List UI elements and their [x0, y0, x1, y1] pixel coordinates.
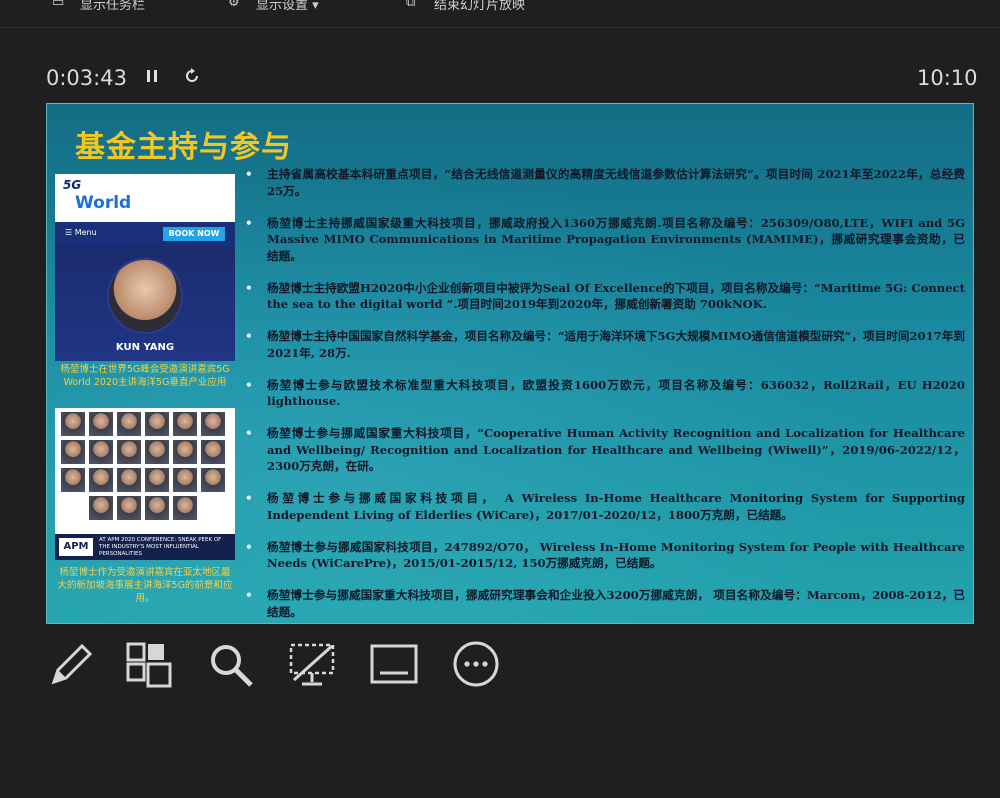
menu-bar: ☰ Menu BOOK NOW — [55, 222, 235, 246]
pause-icon — [147, 70, 157, 82]
elapsed-timer: 0:03:43 — [46, 66, 127, 90]
screen-off-icon — [289, 643, 335, 686]
display-settings-label: 显示设置 ▾ — [256, 0, 319, 13]
apm-banner-text: AT APM 2020 CONFERENCE: SNEAK PEEK OF TH… — [99, 537, 222, 557]
list-item: 杨堃博士参与挪威国家重大科技项目，挪威研究理事会和企业投入3200万挪威克朗， … — [243, 587, 965, 620]
speaker-thumb — [117, 496, 141, 520]
see-all-slides-button[interactable] — [124, 640, 174, 690]
image1-caption: 杨堃博士在世界5G峰会受邀演讲嘉宾5G World 2020主讲海洋5G垂直产业… — [60, 364, 230, 388]
logo-world-text: World — [75, 193, 132, 213]
more-options-button[interactable] — [452, 640, 502, 690]
pen-icon — [51, 643, 93, 685]
list-item: 杨堃博士参与挪威国家科技项目，247892/O70， Wireless In-H… — [243, 539, 965, 572]
speaker-thumb — [173, 496, 197, 520]
current-slide[interactable]: 基金主持与参与 5G World ☰ Menu BOOK NOW KUN YAN… — [46, 103, 974, 624]
speaker-thumb — [89, 468, 113, 492]
restart-icon — [186, 68, 198, 82]
end-slideshow-button[interactable]: ⧉ 结束幻灯片放映 — [406, 0, 526, 13]
taskbar-icon: ▭ — [52, 0, 65, 10]
speaker-thumb — [89, 412, 113, 436]
list-item: 杨堃博士参与欧盟技术标准型重大科技项目，欧盟投资1600万欧元，项目名称及编号：… — [243, 377, 965, 410]
speaker-thumb — [117, 440, 141, 464]
speaker-thumb — [117, 412, 141, 436]
speaker-thumb — [61, 468, 85, 492]
speaker-thumb — [173, 440, 197, 464]
list-item: 杨堃博士主持欧盟H2020中小企业创新项目中被评为Seal Of Excelle… — [243, 280, 965, 313]
speaker-thumb — [145, 412, 169, 436]
zoom-button[interactable] — [206, 640, 256, 690]
list-item: 杨堃博士参与挪威国家科技项目， A Wireless In-Home Healt… — [243, 490, 965, 523]
speaker-photo: KUN YANG — [55, 246, 235, 361]
speaker-thumb — [117, 468, 141, 492]
slide-title: 基金主持与参与 — [75, 130, 292, 165]
speaker-thumb — [145, 440, 169, 464]
show-taskbar-label: 显示任务栏 — [80, 0, 146, 13]
slides-grid-icon — [126, 642, 172, 688]
5g-world-image: 5G World ☰ Menu BOOK NOW KUN YANG — [55, 174, 235, 361]
book-now-badge: BOOK NOW — [163, 227, 225, 241]
subtitles-button[interactable] — [370, 640, 420, 690]
pause-button[interactable] — [144, 66, 160, 91]
speaker-thumb — [89, 496, 113, 520]
speaker-thumb — [61, 412, 85, 436]
speaker-thumb — [173, 412, 197, 436]
more-options-icon — [453, 641, 499, 687]
list-item: 杨堃博士主持挪威国家级重大科技项目，挪威政府投入1360万挪威克朗.项目名称及编… — [243, 215, 965, 265]
speaker-thumb — [61, 440, 85, 464]
restart-timer-button[interactable] — [182, 66, 202, 91]
speaker-thumb — [201, 412, 225, 436]
menu-text: ☰ Menu — [65, 228, 97, 237]
list-item: 杨堃博士主持中国国家自然科学基金，项目名称及编号：“适用于海洋环境下5G大规模M… — [243, 328, 965, 361]
clock: 10:10 — [917, 66, 978, 90]
black-screen-button[interactable] — [288, 640, 338, 690]
zoom-icon — [211, 645, 253, 687]
apm-logo: APM — [59, 538, 93, 556]
list-item: 杨堃博士参与挪威国家重大科技项目，“Cooperative Human Acti… — [243, 425, 965, 475]
apm-conference-image: APM AT APM 2020 CONFERENCE: SNEAK PEEK O… — [55, 408, 235, 560]
end-show-icon: ⧉ — [406, 0, 416, 10]
presenter-toolbar: ▭ 显示任务栏 ⚙ 显示设置 ▾ ⧉ 结束幻灯片放映 — [0, 0, 1000, 28]
gear-icon: ⚙ — [228, 0, 240, 10]
speaker-portrait — [107, 258, 183, 334]
speaker-name: KUN YANG — [115, 342, 175, 353]
speaker-grid — [61, 412, 229, 520]
image2-caption: 杨堃博士作为受邀演讲嘉宾在亚太地区最大的新加坡海事展主讲海洋5G的前景和应用。 — [57, 567, 233, 604]
end-slideshow-label: 结束幻灯片放映 — [434, 0, 526, 13]
logo-5g-text: 5G — [63, 178, 82, 192]
speaker-thumb — [145, 468, 169, 492]
speaker-thumb — [89, 440, 113, 464]
speaker-thumb — [201, 468, 225, 492]
display-settings-button[interactable]: ⚙ 显示设置 ▾ — [228, 0, 319, 13]
apm-banner: APM AT APM 2020 CONFERENCE: SNEAK PEEK O… — [55, 534, 235, 560]
speaker-thumb — [145, 496, 169, 520]
list-item: 主持省属高校基本科研重点项目，“结合无线信道测量仪的高精度无线信道参数估计算法研… — [243, 166, 965, 199]
pen-tool-button[interactable] — [46, 640, 96, 690]
speaker-thumb — [201, 440, 225, 464]
speaker-thumb — [173, 468, 197, 492]
subtitles-icon — [370, 644, 418, 684]
project-list: 主持省属高校基本科研重点项目，“结合无线信道测量仪的高精度无线信道参数估计算法研… — [243, 166, 965, 623]
show-taskbar-button[interactable]: ▭ 显示任务栏 — [52, 0, 146, 13]
5g-world-logo: 5G World — [55, 174, 235, 222]
